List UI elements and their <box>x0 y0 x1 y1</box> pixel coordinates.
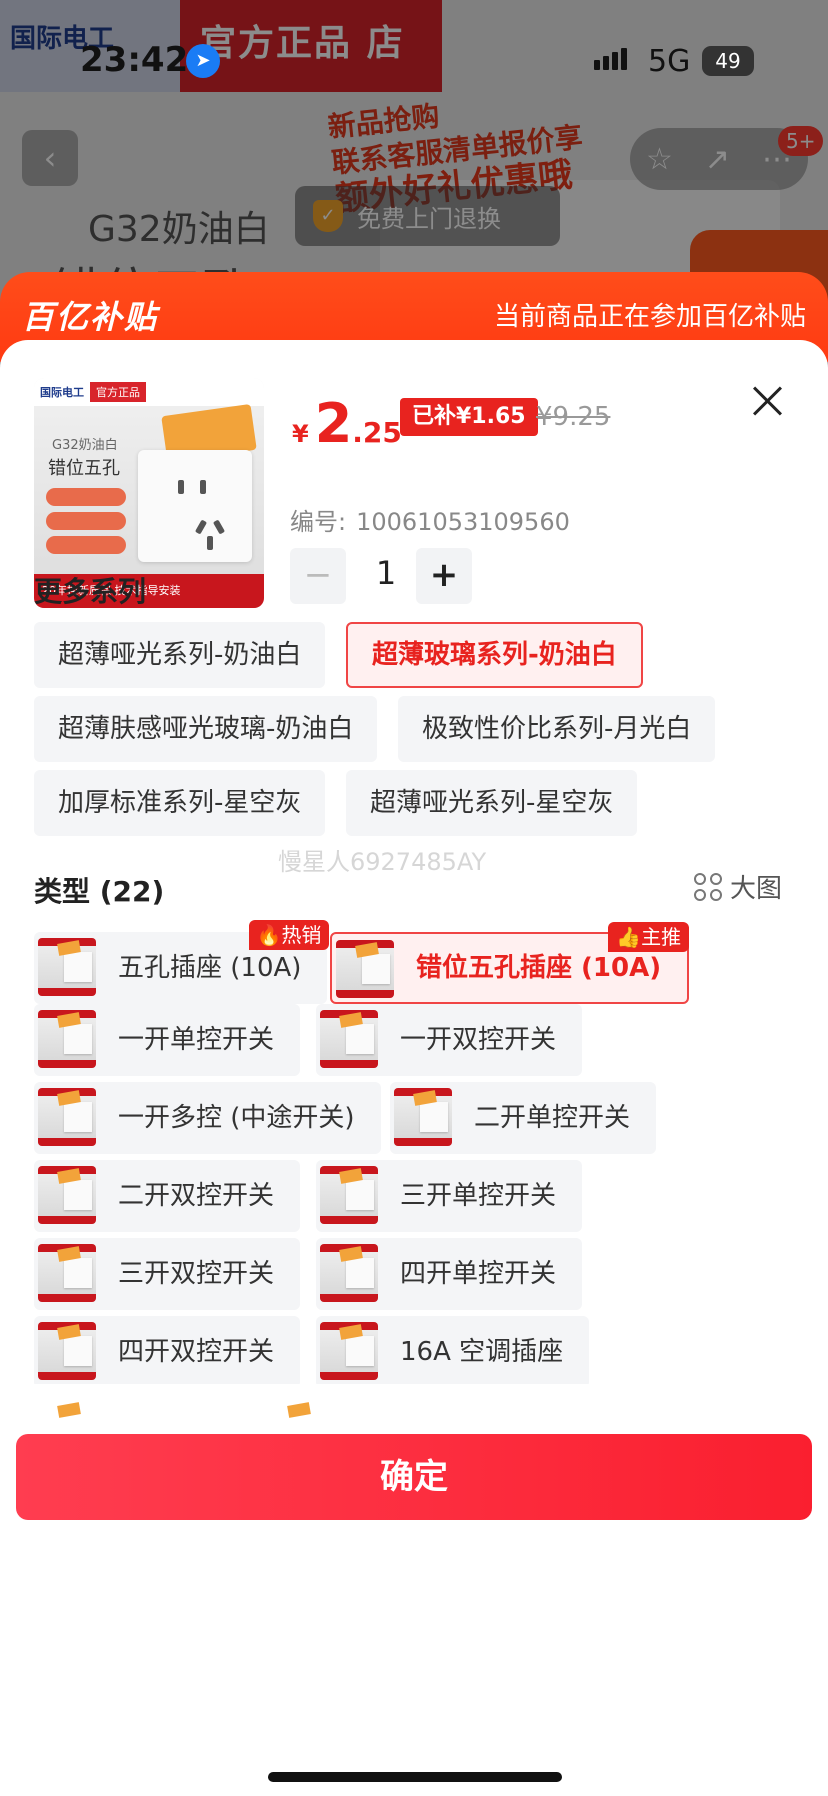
hot-sale-label: 热销 <box>281 923 322 947</box>
sku-selector-sheet: 国际电工 官方正品 G32奶油白 错位五孔 20年换新质保 技术指导安装 ¥ 2… <box>0 340 828 1796</box>
thumb-socket-plate <box>138 450 252 562</box>
type-option-label: 三开双控开关 <box>118 1259 275 1289</box>
subsidy-amount-tag: 已补¥1.65 <box>400 398 538 436</box>
price: ¥ 2 .25 <box>292 392 402 455</box>
type-option[interactable]: 四开单控开关 <box>316 1238 583 1310</box>
thumb-brand-flag: 官方正品 <box>90 382 146 402</box>
thumb-brand-strip: 国际电工 官方正品 <box>34 378 264 406</box>
type-thumbnail <box>320 1322 378 1380</box>
series-section-title: 更多系列 <box>34 575 147 608</box>
type-option[interactable]: 四开双控开关 <box>34 1316 301 1388</box>
thumb-feature-chip <box>46 512 126 530</box>
flame-icon: 🔥 <box>256 923 282 947</box>
type-option-label: 错位五孔插座 (10A) <box>416 953 662 983</box>
type-thumbnail <box>38 1244 96 1302</box>
series-option[interactable]: 超薄肤感哑光玻璃-奶油白 <box>34 696 378 762</box>
type-thumbnail <box>320 1010 378 1068</box>
location-arrow-icon: ➤ <box>186 44 220 78</box>
price-decimal: .25 <box>352 416 402 449</box>
subsidy-note: 当前商品正在参加百亿补贴 <box>493 302 806 332</box>
type-option[interactable]: 一开单控开关 <box>34 1004 301 1076</box>
type-thumbnail <box>38 1166 96 1224</box>
sku-label: 编号: <box>290 508 347 536</box>
thumbs-up-icon: 👍 <box>616 925 642 949</box>
type-option-selected[interactable]: 错位五孔插座 (10A) 👍主推 <box>330 922 690 1004</box>
type-option[interactable]: 三开单控开关 <box>316 1160 583 1232</box>
type-option[interactable]: 二开双控开关 <box>34 1160 301 1232</box>
series-option[interactable]: 超薄哑光系列-奶油白 <box>34 622 326 688</box>
type-option-label: 16A 空调插座 <box>400 1337 564 1367</box>
series-option[interactable]: 超薄哑光系列-星空灰 <box>346 770 638 836</box>
type-option-label: 二开单控开关 <box>474 1103 631 1133</box>
type-option[interactable]: 16A 空调插座 <box>316 1316 590 1388</box>
thumb-feature-chip <box>46 488 126 506</box>
type-thumbnail <box>38 1010 96 1068</box>
type-option-label: 一开双控开关 <box>400 1025 557 1055</box>
status-time: 23:42 <box>80 40 189 80</box>
series-option[interactable]: 加厚标准系列-星空灰 <box>34 770 326 836</box>
type-option[interactable]: 一开双控开关 <box>316 1004 583 1076</box>
type-thumbnail <box>320 1244 378 1302</box>
type-option-label: 四开双控开关 <box>118 1337 275 1367</box>
price-integer: 2 <box>314 392 353 455</box>
grid-view-icon <box>694 872 722 901</box>
thumb-product-name: 错位五孔 <box>48 458 120 479</box>
type-option[interactable]: 二开单控开关 <box>390 1082 657 1154</box>
sku-value: 10061053109560 <box>356 508 570 536</box>
type-thumbnail <box>38 938 96 996</box>
thumb-brand-logo: 国际电工 <box>40 386 84 399</box>
type-thumbnail <box>394 1088 452 1146</box>
big-picture-label: 大图 <box>730 874 783 904</box>
series-option[interactable]: 极致性价比系列-月光白 <box>398 696 716 762</box>
type-thumbnail <box>320 1166 378 1224</box>
close-icon[interactable] <box>748 382 788 422</box>
quantity-value[interactable]: 1 <box>364 554 408 592</box>
type-thumbnail <box>38 1088 96 1146</box>
type-option-label: 一开单控开关 <box>118 1025 275 1055</box>
home-indicator <box>268 1772 562 1782</box>
type-section-title: 类型 (22) <box>34 875 165 908</box>
quantity-decrease-button[interactable]: − <box>290 548 346 604</box>
type-option-label: 四开单控开关 <box>400 1259 557 1289</box>
type-option-label: 五孔插座 (10A) <box>118 953 302 983</box>
type-option[interactable]: 三开双控开关 <box>34 1238 301 1310</box>
subsidy-logo: 百亿补贴 <box>22 298 159 336</box>
type-thumbnail <box>336 940 394 998</box>
battery-icon: 49 <box>702 46 754 76</box>
watermark: 慢星人6927485AY <box>278 848 487 876</box>
sku-number: 编号: 10061053109560 <box>290 502 570 537</box>
recommended-label: 主推 <box>641 925 682 949</box>
quantity-increase-button[interactable]: + <box>416 548 472 604</box>
big-picture-toggle[interactable]: 大图 <box>694 868 782 905</box>
price-currency: ¥ <box>292 420 309 448</box>
type-thumbnail <box>38 1322 96 1380</box>
type-option-label: 一开多控 (中途开关) <box>118 1103 355 1133</box>
type-option-label: 二开双控开关 <box>118 1181 275 1211</box>
series-option-selected[interactable]: 超薄玻璃系列-奶油白 <box>346 622 643 688</box>
thumb-series: G32奶油白 <box>52 438 118 453</box>
type-option-label: 三开单控开关 <box>400 1181 557 1211</box>
original-price: ¥9.25 <box>536 402 611 432</box>
hot-sale-badge: 🔥热销 <box>248 920 330 950</box>
thumb-feature-chip <box>46 536 126 554</box>
network-type: 5G <box>648 44 691 79</box>
confirm-button[interactable]: 确定 <box>16 1434 812 1520</box>
type-option[interactable]: 一开多控 (中途开关) <box>34 1082 381 1154</box>
signal-bars-icon <box>594 48 627 70</box>
recommended-badge: 👍主推 <box>608 922 690 952</box>
type-option[interactable]: 五孔插座 (10A) 🔥热销 <box>34 920 330 1004</box>
